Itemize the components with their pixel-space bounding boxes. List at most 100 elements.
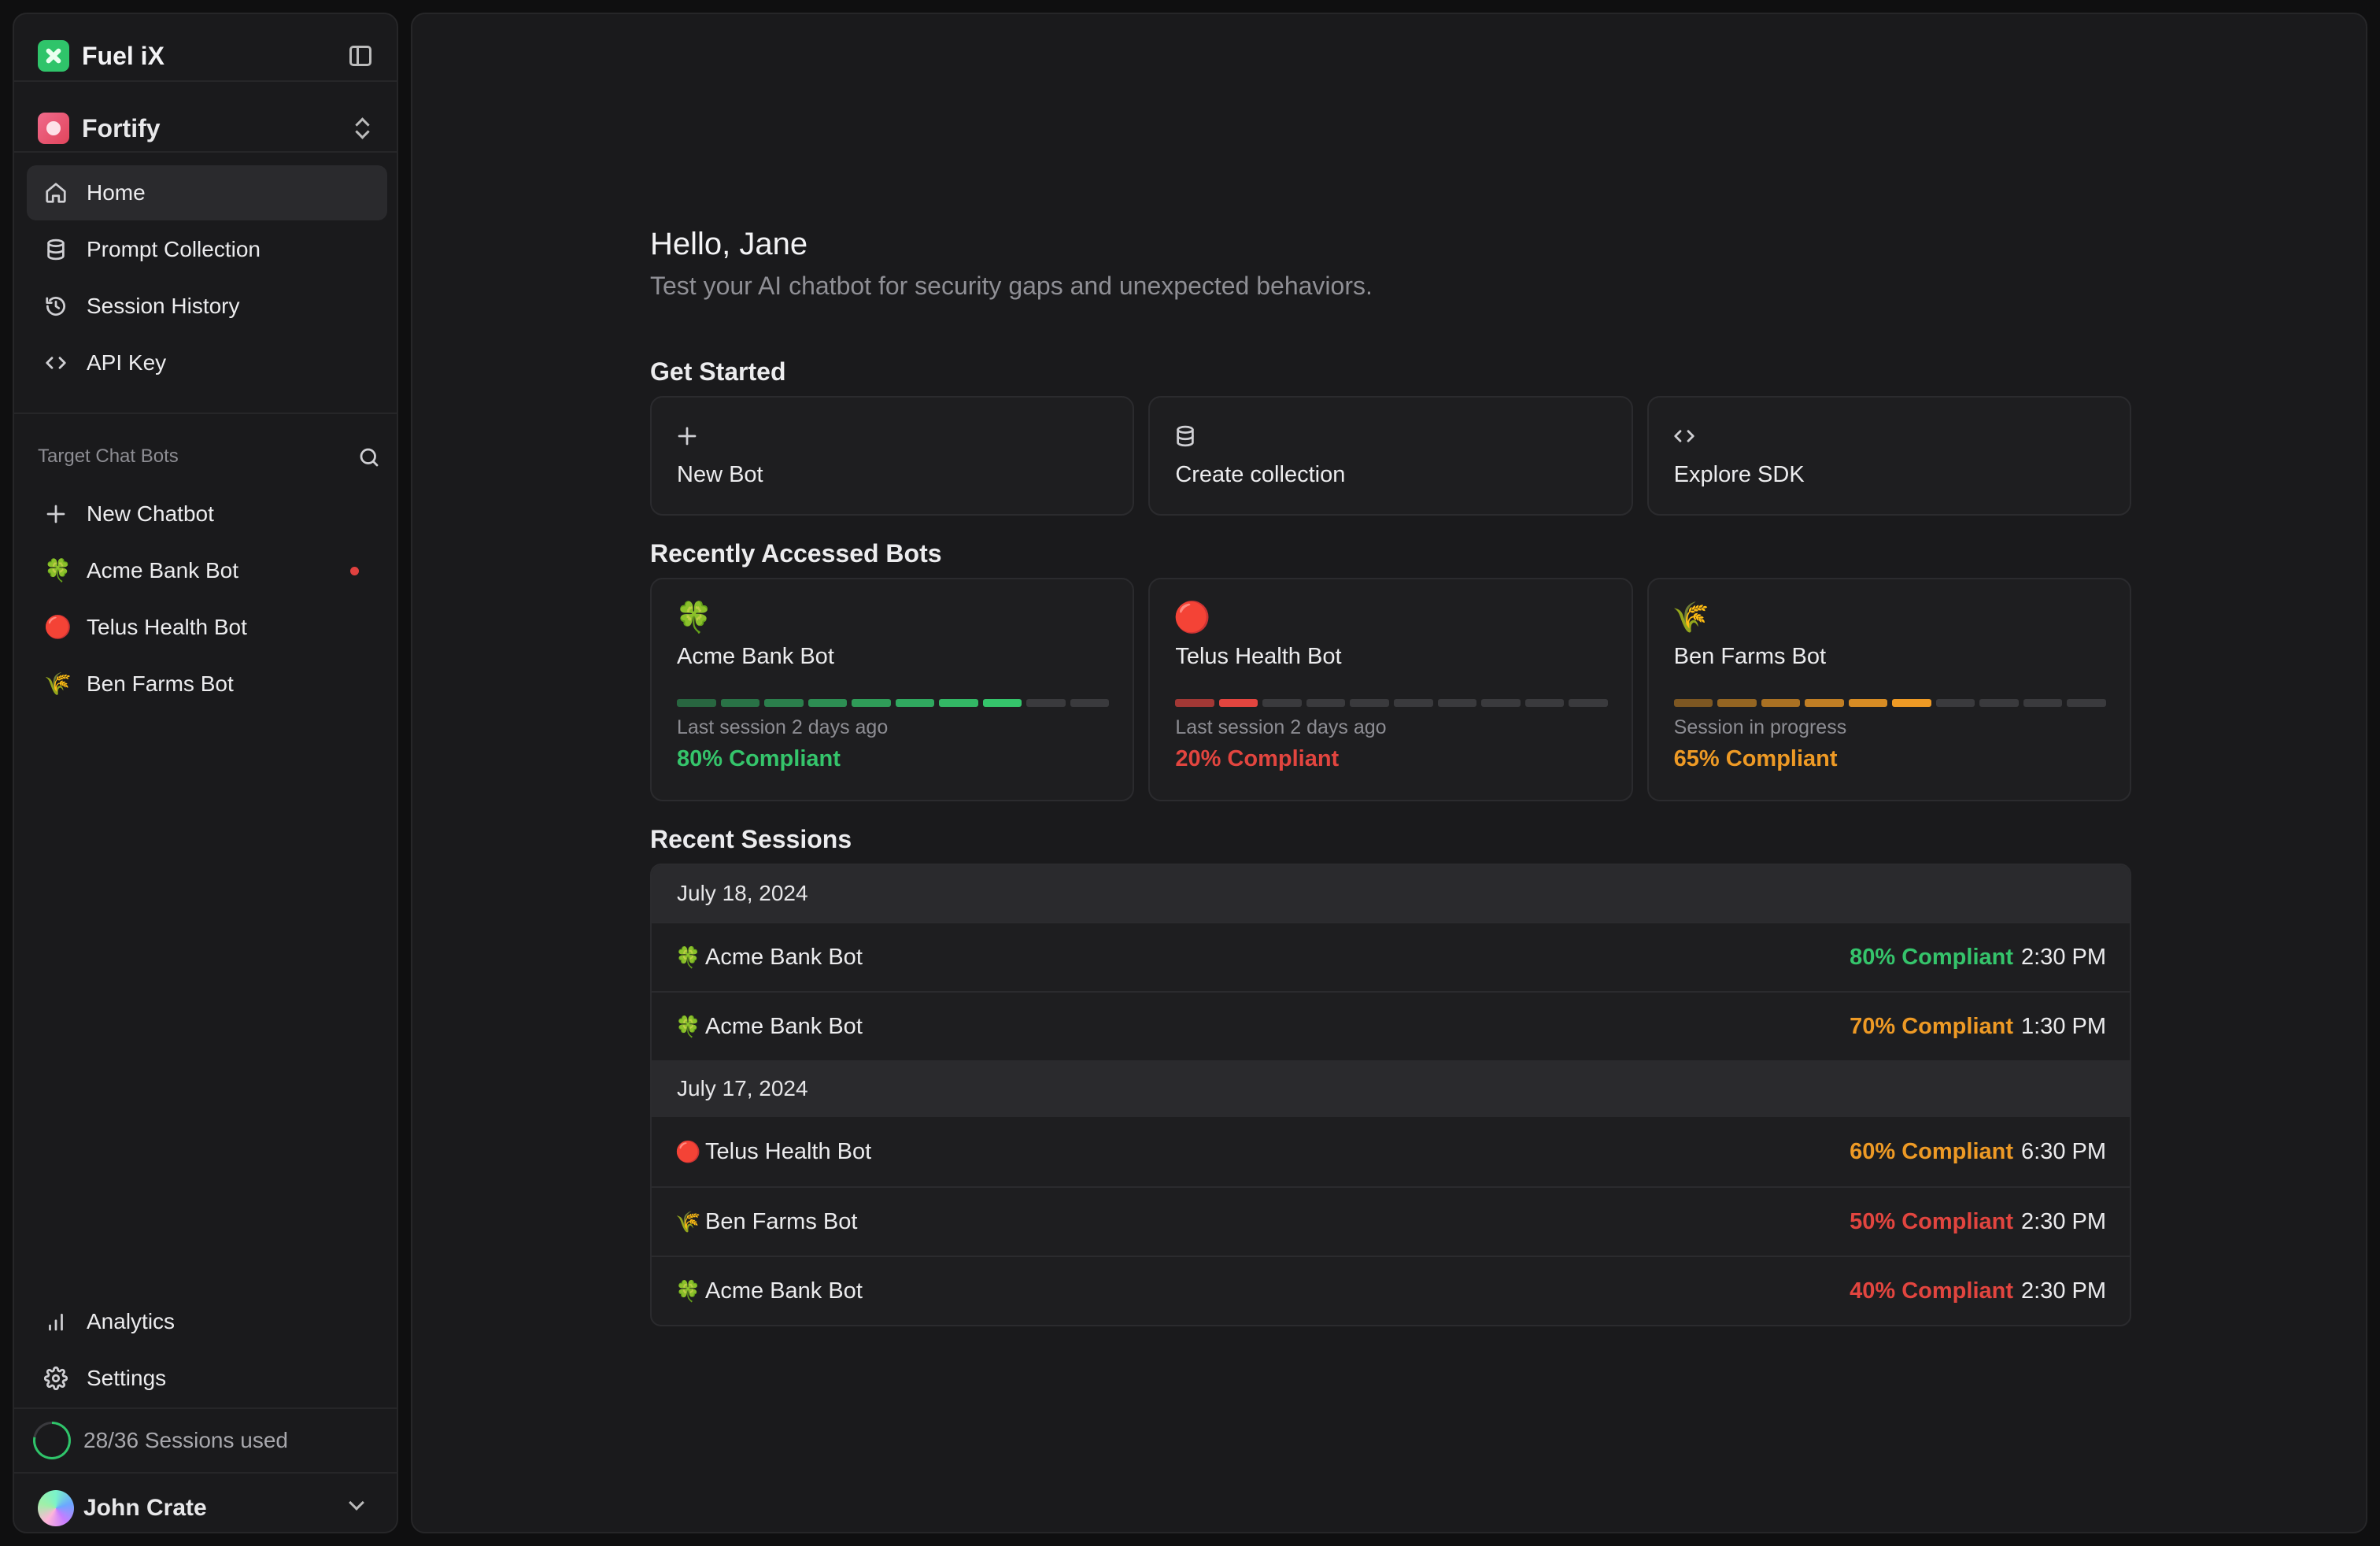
nav-prompt-collection[interactable]: Prompt Collection <box>27 222 387 277</box>
bar-segment <box>1892 699 1931 707</box>
date-group-header: July 17, 2024 <box>652 1060 2130 1117</box>
card-label: Create collection <box>1175 462 1346 487</box>
fortify-logo-icon <box>38 113 69 144</box>
nav-settings[interactable]: Settings <box>27 1351 387 1406</box>
bot-card-ben-farms[interactable]: 🌾 Ben Farms Bot Session in progress 65% … <box>1646 578 2131 801</box>
create-collection-card[interactable]: Create collection <box>1148 396 1633 516</box>
bot-label: Telus Health Bot <box>87 615 247 639</box>
recent-sessions-heading: Recent Sessions <box>650 825 852 853</box>
new-chatbot-label: New Chatbot <box>87 501 214 526</box>
bar-segment <box>2023 699 2063 707</box>
bar-segment <box>895 699 935 707</box>
usage-label: 28/36 Sessions used <box>83 1428 288 1452</box>
home-icon <box>44 181 68 205</box>
sidebar-bot-telus-health[interactable]: 🔴 Telus Health Bot <box>27 600 387 655</box>
clover-icon: 🍀 <box>675 1279 701 1303</box>
bar-segment <box>1935 699 1975 707</box>
database-icon <box>1173 424 1197 448</box>
bot-name: Telus Health Bot <box>1175 644 1342 669</box>
bar-segment <box>1393 699 1433 707</box>
nav-label: Analytics <box>87 1309 176 1333</box>
history-icon <box>44 294 68 318</box>
compliance-score: 65% Compliant <box>1673 746 1838 771</box>
usage-progress-ring <box>33 1422 71 1459</box>
explore-sdk-card[interactable]: Explore SDK <box>1646 396 2131 516</box>
user-menu[interactable]: John Crate <box>14 1478 397 1532</box>
bot-card-acme-bank[interactable]: 🍀 Acme Bank Bot Last session 2 days ago … <box>650 578 1135 801</box>
session-bot-name: Telus Health Bot <box>705 1138 872 1164</box>
nav-session-history[interactable]: Session History <box>27 279 387 334</box>
last-session: Last session 2 days ago <box>1175 716 1387 738</box>
database-icon <box>44 238 68 261</box>
chevron-up-down-icon <box>354 117 370 140</box>
divider <box>14 1472 397 1474</box>
bar-segment <box>1979 699 2019 707</box>
card-label: New Bot <box>677 462 763 487</box>
red-circle-icon: 🔴 <box>1173 601 1211 634</box>
session-time: 2:30 PM <box>2021 1208 2106 1234</box>
clover-icon: 🍀 <box>675 945 701 969</box>
bar-segment <box>1306 699 1346 707</box>
bar-segment <box>1437 699 1477 707</box>
new-bot-card[interactable]: New Bot <box>650 396 1135 516</box>
session-score: 60% Compliant <box>1850 1138 2013 1164</box>
sidebar-bot-acme-bank[interactable]: 🍀 Acme Bank Bot <box>27 543 387 598</box>
bar-segment <box>808 699 848 707</box>
recent-bots-cards: 🍀 Acme Bank Bot Last session 2 days ago … <box>650 578 2131 801</box>
nav-label: Prompt Collection <box>87 237 261 261</box>
bar-segment <box>677 699 716 707</box>
search-icon[interactable] <box>357 446 381 469</box>
bot-name: Acme Bank Bot <box>677 644 834 669</box>
divider <box>14 151 397 153</box>
session-row[interactable]: 🌾 Ben Farms Bot 50% Compliant 2:30 PM <box>652 1186 2130 1256</box>
nav-label: Settings <box>87 1366 167 1390</box>
bar-segment <box>2067 699 2106 707</box>
session-row[interactable]: 🍀 Acme Bank Bot 80% Compliant 2:30 PM <box>652 922 2130 991</box>
workspace-name: Fortify <box>82 113 161 142</box>
session-score: 80% Compliant <box>1850 944 2013 970</box>
gear-icon <box>44 1367 68 1390</box>
nav-home[interactable]: Home <box>27 165 387 220</box>
red-circle-icon: 🔴 <box>44 615 72 639</box>
bar-segment <box>982 699 1022 707</box>
session-row[interactable]: 🔴 Telus Health Bot 60% Compliant 6:30 PM <box>652 1117 2130 1186</box>
last-session: Last session 2 days ago <box>677 716 889 738</box>
bar-segment <box>1805 699 1844 707</box>
brand-name: Fuel iX <box>82 41 164 70</box>
brand-header: Fuel iX <box>14 28 397 83</box>
bar-segment <box>1350 699 1389 707</box>
bot-card-telus-health[interactable]: 🔴 Telus Health Bot Last session 2 days a… <box>1148 578 1633 801</box>
compliance-bar <box>1175 699 1608 707</box>
bar-segment <box>1262 699 1302 707</box>
bar-segment <box>939 699 978 707</box>
session-time: 2:30 PM <box>2021 944 2106 970</box>
clover-icon: 🍀 <box>675 601 713 634</box>
bar-segment <box>764 699 804 707</box>
nav-api-key[interactable]: API Key <box>27 335 387 390</box>
bot-label: Acme Bank Bot <box>87 558 238 583</box>
get-started-heading: Get Started <box>650 357 786 386</box>
bar-segment <box>852 699 891 707</box>
bar-segment <box>1569 699 1608 707</box>
user-name: John Crate <box>83 1495 207 1521</box>
fuel-ix-logo-icon <box>38 40 69 72</box>
nav-label: Home <box>87 180 146 205</box>
avatar <box>38 1490 74 1526</box>
session-row[interactable]: 🍀 Acme Bank Bot 40% Compliant 2:30 PM <box>652 1256 2130 1325</box>
sidebar-toggle-icon[interactable] <box>349 46 371 66</box>
nav-label: Session History <box>87 294 240 318</box>
plus-icon <box>675 424 699 448</box>
session-row[interactable]: 🍀 Acme Bank Bot 70% Compliant 1:30 PM <box>652 991 2130 1060</box>
session-bot-name: Acme Bank Bot <box>705 1278 863 1304</box>
notification-dot <box>350 566 359 575</box>
new-chatbot-button[interactable]: New Chatbot <box>27 486 387 542</box>
wheat-icon: 🌾 <box>675 1210 701 1233</box>
section-label-target-bots: Target Chat Bots <box>38 446 179 467</box>
nav-analytics[interactable]: Analytics <box>27 1294 387 1349</box>
clover-icon: 🍀 <box>675 1015 701 1038</box>
wheat-icon: 🌾 <box>1672 601 1709 634</box>
bar-segment <box>1026 699 1066 707</box>
plus-icon <box>44 502 68 526</box>
sidebar: Fuel iX Fortify Home Prompt Collection S… <box>13 13 398 1533</box>
sidebar-bot-ben-farms[interactable]: 🌾 Ben Farms Bot <box>27 656 387 712</box>
